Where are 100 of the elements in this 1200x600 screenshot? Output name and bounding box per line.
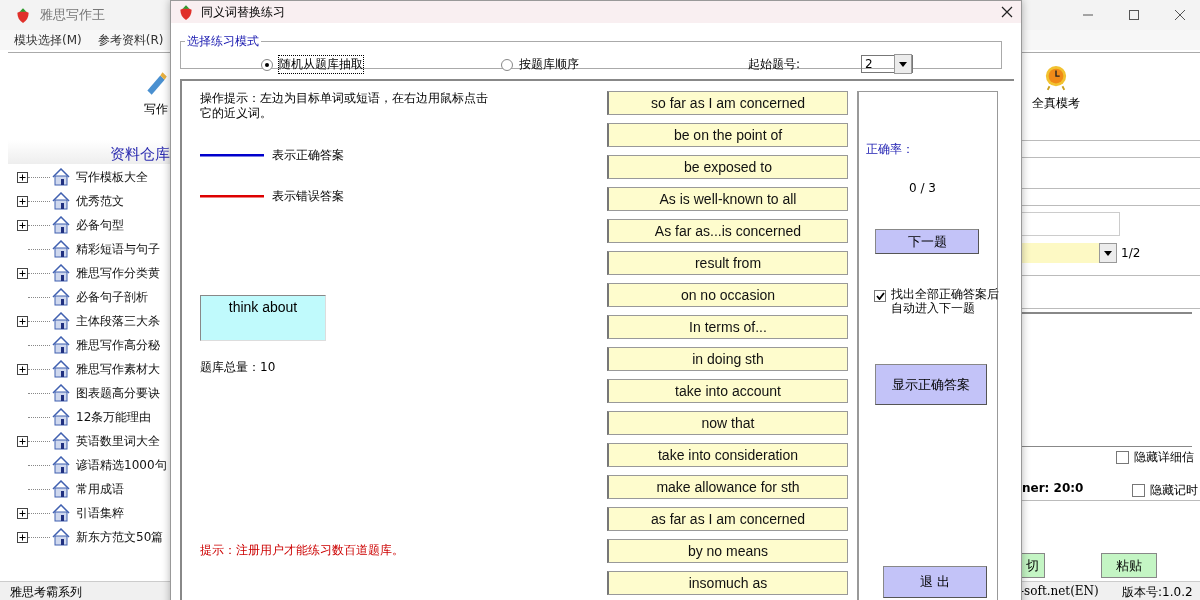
tree-item[interactable]: 必备句子剖析 (76, 288, 148, 306)
expand-icon[interactable] (17, 363, 28, 375)
house-icon (52, 504, 70, 522)
pencil-icon[interactable] (144, 69, 168, 97)
tree-item[interactable]: 写作模板大全 (76, 168, 148, 186)
group-title: 选择练习模式 (186, 33, 260, 50)
status-text: -soft.net(EN) (1020, 584, 1099, 598)
caret-icon (1104, 250, 1112, 256)
house-icon (52, 408, 70, 426)
start-number-select[interactable]: 2 (861, 55, 913, 73)
expand-icon[interactable] (17, 171, 28, 183)
next-button[interactable]: 下一题 (875, 229, 979, 254)
toolbar-label[interactable]: 全真模考 (1032, 95, 1080, 112)
tree-item[interactable]: 引语集粹 (76, 504, 124, 522)
expand-icon[interactable] (17, 507, 28, 519)
choice-button[interactable]: As far as...is concerned (607, 219, 848, 243)
choice-button[interactable]: in doing sth (607, 347, 848, 371)
house-icon (52, 360, 70, 378)
house-icon (52, 432, 70, 450)
radio-option[interactable]: 按题库顺序 (501, 56, 579, 73)
strawberry-icon (177, 3, 195, 21)
status-text: 雅思考霸系列 (10, 584, 82, 600)
show-answer-button[interactable]: 显示正确答案 (875, 364, 987, 405)
target-phrase: think about (200, 295, 326, 341)
tree-item[interactable]: 英语数里词大全 (76, 432, 160, 450)
tree-item[interactable]: 常用成语 (76, 480, 124, 498)
expand-icon[interactable] (17, 219, 28, 231)
choice-button[interactable]: take into account (607, 379, 848, 403)
legend-label: 表示错误答案 (272, 188, 344, 205)
choice-button[interactable]: on no occasion (607, 283, 848, 307)
tree-item[interactable]: 新东方范文50篇 (76, 528, 164, 546)
expand-icon[interactable] (17, 195, 28, 207)
tree-item[interactable]: 12条万能理由 (76, 408, 152, 426)
house-icon (52, 216, 70, 234)
instructions-text: 操作提示：左边为目标单词或短语，在右边用鼠标点击它的近义词。 (200, 91, 489, 121)
choice-button[interactable]: now that (607, 411, 848, 435)
tree-item[interactable]: 雅思写作分类黄 (76, 264, 160, 282)
close-icon[interactable] (1001, 6, 1013, 18)
score-text: 0 / 3 (909, 181, 936, 195)
caret-icon (899, 61, 907, 67)
choice-button[interactable]: insomuch as (607, 571, 848, 595)
legend-label: 表示正确答案 (272, 147, 344, 164)
tree-item[interactable]: 图表题高分要诀 (76, 384, 160, 402)
checkbox[interactable]: 隐藏记时 (1132, 482, 1198, 499)
checkbox-label: 隐藏记时 (1150, 482, 1198, 499)
choice-button[interactable]: As is well-known to all (607, 187, 848, 211)
tree-item[interactable]: 雅思写作高分秘 (76, 336, 160, 354)
notice-text: 提示：注册用户才能练习数百道题库。 (200, 542, 405, 559)
expand-icon[interactable] (17, 267, 28, 279)
accuracy-label: 正确率： (866, 141, 914, 158)
choice-button[interactable]: result from (607, 251, 848, 275)
choice-button[interactable]: take into consideration (607, 443, 848, 467)
strawberry-icon (14, 6, 32, 24)
checkbox[interactable]: 找出全部正确答案后自动进入下一题 (874, 287, 1009, 315)
radio-option[interactable]: 随机从题库抽取 (261, 56, 363, 73)
menu-item[interactable]: 参考资料(R) (97, 31, 164, 49)
toolbar-label[interactable]: 写作 (144, 101, 168, 118)
house-icon (52, 168, 70, 186)
status-text: 版本号:1.0.2 (1122, 584, 1193, 600)
house-icon (52, 264, 70, 282)
house-icon (52, 456, 70, 474)
expand-icon[interactable] (17, 315, 28, 327)
tree-item[interactable]: 雅思写作素材大 (76, 360, 160, 378)
house-icon (52, 288, 70, 306)
page-indicator: 1/2 (1121, 246, 1141, 260)
dialog-title: 同义词替换练习 (201, 3, 285, 21)
house-icon (52, 312, 70, 330)
tree-item[interactable]: 主体段落三大杀 (76, 312, 160, 330)
checkbox[interactable]: 隐藏详细信 (1116, 449, 1194, 466)
close-icon[interactable] (1174, 9, 1186, 21)
alarm-clock-icon[interactable] (1044, 63, 1068, 91)
checkbox-label: 找出全部正确答案后自动进入下一题 (891, 287, 1000, 315)
house-icon (52, 384, 70, 402)
exit-button[interactable]: 退 出 (883, 566, 987, 598)
expand-icon[interactable] (17, 435, 28, 447)
tree-item[interactable]: 谚语精选1000句 (76, 456, 167, 474)
window-title: 雅思写作王 (40, 6, 105, 24)
house-icon (52, 240, 70, 258)
dropdown[interactable] (1020, 243, 1117, 263)
choice-button[interactable]: make allowance for sth (607, 475, 848, 499)
house-icon (52, 192, 70, 210)
choice-button[interactable]: by no means (607, 539, 848, 563)
choice-button[interactable]: In terms of... (607, 315, 848, 339)
tree-item[interactable]: 优秀范文 (76, 192, 124, 210)
house-icon (52, 480, 70, 498)
paste-button[interactable]: 粘贴 (1101, 553, 1157, 578)
check-icon (875, 292, 885, 300)
choice-button[interactable]: as far as I am concerned (607, 507, 848, 531)
tree-item[interactable]: 必备句型 (76, 216, 124, 234)
checkbox-label: 隐藏详细信 (1134, 449, 1194, 466)
tree-item[interactable]: 精彩短语与句子 (76, 240, 160, 258)
maximize-icon[interactable] (1128, 9, 1140, 21)
timer-text: ner: 20:0 (1022, 481, 1084, 495)
expand-icon[interactable] (17, 531, 28, 543)
cut-button[interactable]: 切 (1020, 553, 1045, 578)
house-icon (52, 528, 70, 546)
menu-item[interactable]: 模块选择(M) (14, 31, 82, 49)
choice-button[interactable]: be exposed to (607, 155, 848, 179)
choice-button[interactable]: so far as I am concerned (607, 91, 848, 115)
choice-button[interactable]: be on the point of (607, 123, 848, 147)
